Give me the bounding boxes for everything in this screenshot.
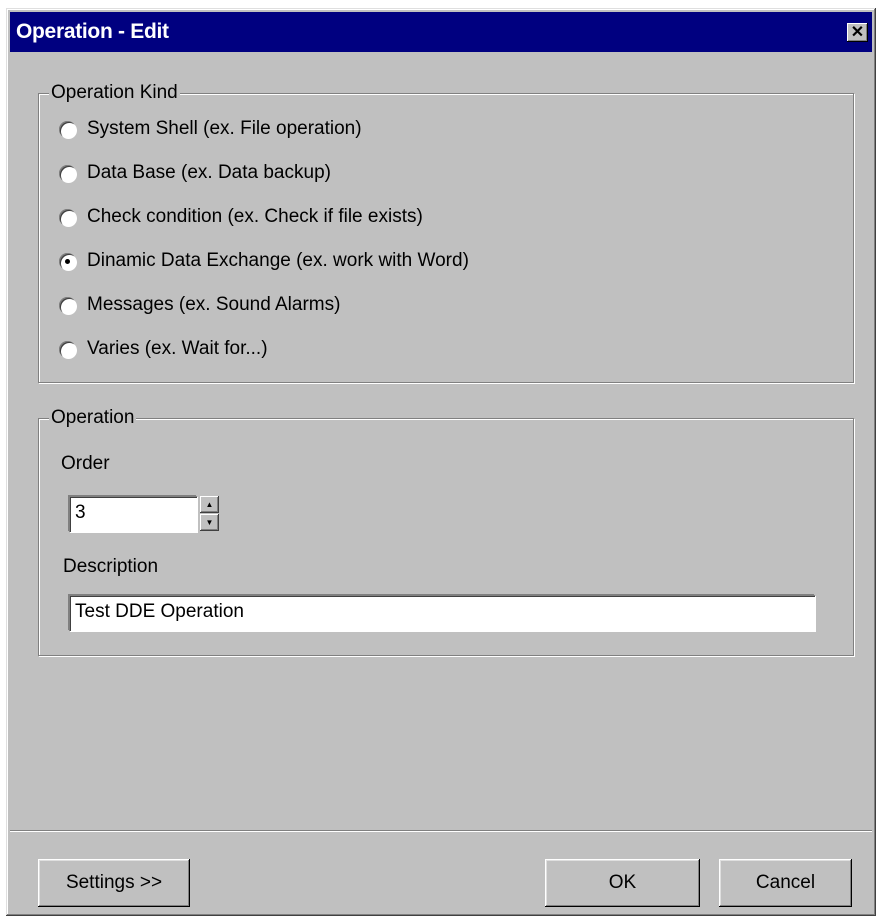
radio-button-icon[interactable] [59,340,76,358]
radio-button-icon[interactable] [59,164,76,182]
order-spin-down-button[interactable]: ▼ [200,514,219,531]
radio-label: Check condition (ex. Check if file exist… [87,206,423,227]
radio-button-icon[interactable] [59,208,76,226]
radio-data-base[interactable]: Data Base (ex. Data backup) [59,159,331,187]
order-input[interactable]: 3 [69,496,197,532]
radio-button-selected-icon[interactable] [59,252,76,270]
dialog-window: Operation - Edit ✕ Operation Kind System… [6,8,876,916]
radio-label: Data Base (ex. Data backup) [87,162,331,183]
radio-varies[interactable]: Varies (ex. Wait for...) [59,335,268,363]
close-button[interactable]: ✕ [847,23,868,42]
order-label: Order [61,453,110,474]
close-icon: ✕ [850,24,865,41]
radio-button-icon[interactable] [59,296,76,314]
radio-messages[interactable]: Messages (ex. Sound Alarms) [59,291,340,319]
description-label: Description [63,556,159,577]
cancel-button[interactable]: Cancel [719,859,852,907]
radio-system-shell[interactable]: System Shell (ex. File operation) [59,115,362,143]
ok-button[interactable]: OK [545,859,700,907]
radio-label: Varies (ex. Wait for...) [87,338,268,359]
footer-separator [10,830,872,832]
operation-kind-group: Operation Kind System Shell (ex. File op… [38,82,854,383]
settings-button[interactable]: Settings >> [38,859,190,907]
description-input[interactable]: Test DDE Operation [69,595,815,631]
radio-button-icon[interactable] [59,120,76,138]
radio-check-condition[interactable]: Check condition (ex. Check if file exist… [59,203,423,231]
radio-label: System Shell (ex. File operation) [87,118,362,139]
operation-group: Operation Order 3 ▲ ▼ Description Test D… [38,407,854,656]
title-bar[interactable]: Operation - Edit ✕ [10,12,872,52]
radio-dde[interactable]: Dinamic Data Exchange (ex. work with Wor… [59,247,469,275]
order-spin-up-button[interactable]: ▲ [200,496,219,513]
window-title: Operation - Edit [16,20,169,43]
radio-label: Messages (ex. Sound Alarms) [87,294,341,315]
operation-kind-legend: Operation Kind [49,82,180,104]
radio-label: Dinamic Data Exchange (ex. work with Wor… [87,250,469,271]
operation-legend: Operation [49,407,137,429]
